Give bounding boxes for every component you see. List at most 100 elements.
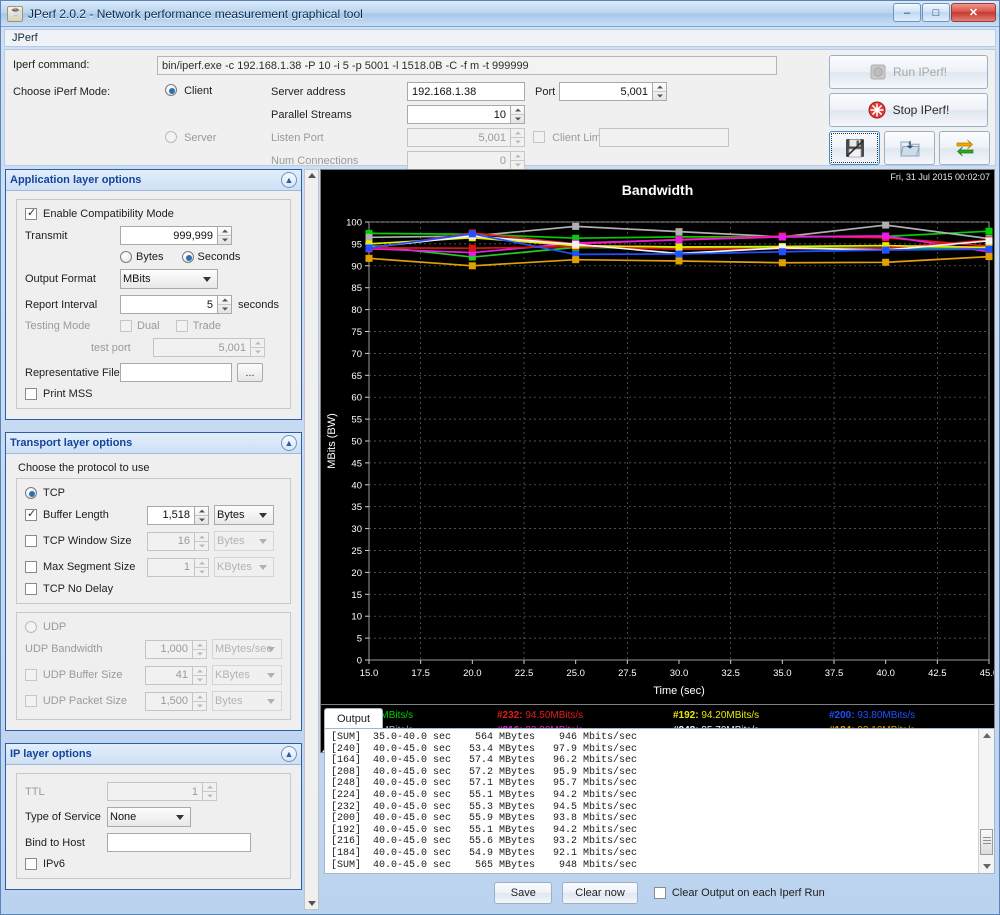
stop-iperf-button[interactable]: Stop IPerf! <box>829 93 988 127</box>
save-output-button[interactable]: Save <box>494 882 552 904</box>
dual-label: Dual <box>137 320 160 332</box>
representative-file-input[interactable] <box>120 363 232 382</box>
tab-output[interactable]: Output <box>324 708 383 729</box>
chevron-up-icon[interactable]: ▲ <box>281 746 297 762</box>
output-log-text[interactable]: [SUM] 35.0-40.0 sec 564 MBytes 946 Mbits… <box>325 729 978 873</box>
ipv6-row[interactable]: IPv6 <box>25 858 282 870</box>
transmit-stepper[interactable] <box>120 226 232 245</box>
output-scroll-up-icon[interactable] <box>983 733 991 738</box>
tcp-no-delay-checkbox[interactable] <box>25 583 37 595</box>
output-scroll-thumb[interactable] <box>980 829 993 855</box>
jperf-window: JPerf 2.0.2 - Network performance measur… <box>0 0 1000 915</box>
output-scroll-down-icon[interactable] <box>983 864 991 869</box>
tos-selectwrap[interactable]: None <box>107 807 191 827</box>
buffer-length-stepper-buttons[interactable] <box>195 506 209 525</box>
client-radio[interactable]: Client <box>165 84 212 97</box>
client-limit-checkbox: Client Limit <box>533 131 606 144</box>
application-layer-header[interactable]: Application layer options ▲ <box>6 170 301 191</box>
transmit-input[interactable] <box>120 226 218 245</box>
udp-packet-stepper-buttons <box>193 692 207 711</box>
open-config-button[interactable] <box>884 131 935 165</box>
bytes-radio-dot <box>120 251 132 263</box>
svg-text:0: 0 <box>357 656 362 667</box>
reset-config-button[interactable] <box>939 131 990 165</box>
transmit-stepper-buttons[interactable] <box>218 226 232 245</box>
output-format-selectwrap[interactable]: MBits <box>120 269 218 289</box>
output-tabstrip: Output <box>324 707 995 729</box>
buffer-length-unit-select[interactable]: Bytes <box>214 505 274 525</box>
buffer-length-checkbox[interactable] <box>25 509 37 521</box>
server-radio-dot <box>165 131 177 143</box>
report-interval-stepper-buttons[interactable] <box>218 295 232 314</box>
print-mss-checkbox[interactable] <box>25 388 37 400</box>
server-radio[interactable]: Server <box>165 131 216 144</box>
scroll-up-icon[interactable] <box>308 173 316 178</box>
tos-row: Type of Service None <box>25 807 282 827</box>
iperf-command-input[interactable] <box>157 56 777 75</box>
save-config-button[interactable] <box>829 131 880 165</box>
udp-buffer-stepper <box>145 666 207 685</box>
transport-layer-header[interactable]: Transport layer options ▲ <box>6 433 301 454</box>
bind-host-input[interactable] <box>107 833 251 852</box>
port-input[interactable] <box>559 82 653 101</box>
output-scrollbar[interactable] <box>978 729 994 873</box>
server-address-input[interactable] <box>407 82 525 101</box>
browse-file-button[interactable]: ... <box>237 363 263 382</box>
chevron-up-icon[interactable]: ▲ <box>281 435 297 451</box>
svg-text:25: 25 <box>351 546 362 557</box>
port-stepper-buttons[interactable] <box>653 82 667 101</box>
enable-compat-row[interactable]: Enable Compatibility Mode <box>25 208 282 220</box>
max-segment-row: Max Segment Size KBytes <box>25 557 282 577</box>
buffer-length-unit-selectwrap[interactable]: Bytes <box>214 505 274 525</box>
svg-text:MBits (BW): MBits (BW) <box>326 413 338 469</box>
tcp-no-delay-row[interactable]: TCP No Delay <box>25 583 282 595</box>
buffer-length-stepper[interactable] <box>147 506 209 525</box>
ttl-label: TTL <box>25 786 107 798</box>
svg-text:90: 90 <box>351 261 362 272</box>
transmit-row: Transmit <box>25 226 282 245</box>
parallel-streams-stepper-buttons[interactable] <box>511 105 525 124</box>
clear-now-button[interactable]: Clear now <box>562 882 638 904</box>
tcp-radio-row[interactable]: TCP <box>25 487 282 499</box>
tcp-window-unit-selectwrap: Bytes <box>214 531 274 551</box>
udp-radio-row[interactable]: UDP <box>25 621 282 633</box>
menu-item-jperf[interactable]: JPerf <box>12 32 38 44</box>
top-config-panel: Iperf command: Choose iPerf Mode: Client… <box>4 49 996 166</box>
bind-host-label: Bind to Host <box>25 837 107 849</box>
tcp-window-checkbox[interactable] <box>25 535 37 547</box>
tcp-window-input <box>147 532 195 551</box>
seconds-radio[interactable]: Seconds <box>182 251 241 263</box>
choose-protocol-label: Choose the protocol to use <box>18 462 291 474</box>
close-button[interactable]: ✕ <box>951 3 996 22</box>
output-format-row: Output Format MBits <box>25 269 282 289</box>
bytes-radio[interactable]: Bytes <box>120 251 164 263</box>
enable-compat-checkbox[interactable] <box>25 208 37 220</box>
listen-port-stepper-buttons <box>511 128 525 147</box>
output-format-select[interactable]: MBits <box>120 269 218 289</box>
clear-each-run-checkbox[interactable] <box>654 887 666 899</box>
minimize-button[interactable]: – <box>893 3 921 22</box>
maximize-button[interactable]: □ <box>922 3 950 22</box>
ipv6-checkbox[interactable] <box>25 858 37 870</box>
tos-select[interactable]: None <box>107 807 191 827</box>
udp-radio[interactable] <box>25 621 37 633</box>
max-segment-checkbox[interactable] <box>25 561 37 573</box>
report-interval-input[interactable] <box>120 295 218 314</box>
port-label: Port <box>535 86 555 98</box>
parallel-streams-stepper[interactable] <box>407 105 525 124</box>
port-stepper[interactable] <box>559 82 667 101</box>
udp-packet-label: UDP Packet Size <box>43 695 145 707</box>
print-mss-row[interactable]: Print MSS <box>25 388 282 400</box>
testing-mode-row: Testing Mode Dual Trade <box>25 320 282 332</box>
ip-layer-header[interactable]: IP layer options ▲ <box>6 744 301 765</box>
parallel-streams-input[interactable] <box>407 105 511 124</box>
trade-checkbox <box>176 320 188 332</box>
scroll-down-icon[interactable] <box>308 901 316 906</box>
report-interval-stepper[interactable] <box>120 295 232 314</box>
chevron-up-icon[interactable]: ▲ <box>281 172 297 188</box>
sidebar-scrollbar[interactable] <box>304 169 319 910</box>
tcp-radio[interactable] <box>25 487 37 499</box>
run-iperf-button[interactable]: Run IPerf! <box>829 55 988 89</box>
buffer-length-input[interactable] <box>147 506 195 525</box>
clear-each-run-row[interactable]: Clear Output on each Iperf Run <box>654 887 825 899</box>
